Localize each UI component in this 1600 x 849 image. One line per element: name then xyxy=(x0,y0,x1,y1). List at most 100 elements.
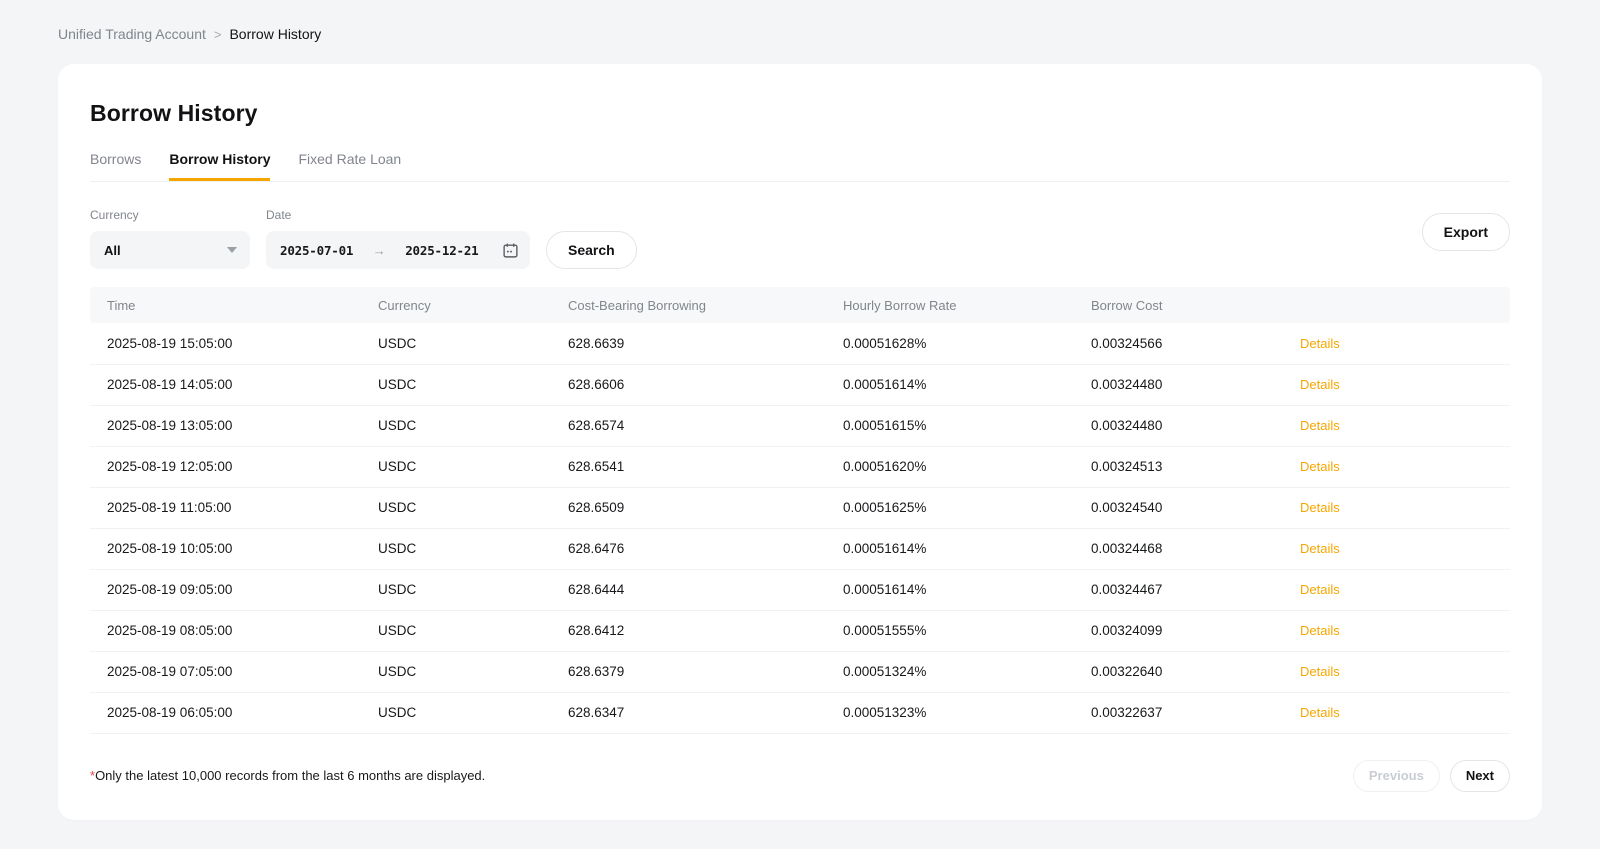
cell-cost-bearing-borrowing: 628.6412 xyxy=(568,610,843,651)
cell-cost-bearing-borrowing: 628.6509 xyxy=(568,487,843,528)
breadcrumb-parent-link[interactable]: Unified Trading Account xyxy=(58,26,206,42)
cell-actions: Details xyxy=(1300,610,1510,651)
cell-currency: USDC xyxy=(378,487,568,528)
date-range-picker[interactable]: 2025-07-01 → 2025-12-21 xyxy=(266,231,530,269)
cell-time: 2025-08-19 08:05:00 xyxy=(90,610,378,651)
cell-borrow-cost: 0.00324566 xyxy=(1091,323,1300,364)
cell-actions: Details xyxy=(1300,651,1510,692)
date-label: Date xyxy=(266,208,530,222)
details-link[interactable]: Details xyxy=(1300,500,1340,515)
cell-actions: Details xyxy=(1300,487,1510,528)
note-text: Only the latest 10,000 records from the … xyxy=(95,768,485,783)
breadcrumb: Unified Trading Account > Borrow History xyxy=(0,0,1600,56)
cell-borrow-cost: 0.00322637 xyxy=(1091,692,1300,733)
details-link[interactable]: Details xyxy=(1300,664,1340,679)
cell-actions: Details xyxy=(1300,569,1510,610)
cell-cost-bearing-borrowing: 628.6639 xyxy=(568,323,843,364)
cell-cost-bearing-borrowing: 628.6444 xyxy=(568,569,843,610)
table-row: 2025-08-19 14:05:00 USDC 628.6606 0.0005… xyxy=(90,364,1510,405)
records-note: *Only the latest 10,000 records from the… xyxy=(90,768,485,783)
cell-actions: Details xyxy=(1300,364,1510,405)
cell-currency: USDC xyxy=(378,610,568,651)
cell-cost-bearing-borrowing: 628.6541 xyxy=(568,446,843,487)
currency-filter-group: Currency All xyxy=(90,208,250,269)
details-link[interactable]: Details xyxy=(1300,377,1340,392)
table-row: 2025-08-19 08:05:00 USDC 628.6412 0.0005… xyxy=(90,610,1510,651)
cell-hourly-borrow-rate: 0.00051323% xyxy=(843,692,1091,733)
export-button[interactable]: Export xyxy=(1422,213,1510,251)
cell-borrow-cost: 0.00324480 xyxy=(1091,405,1300,446)
table-header-row: Time Currency Cost-Bearing Borrowing Hou… xyxy=(90,287,1510,323)
column-header-time: Time xyxy=(90,287,378,323)
breadcrumb-separator-icon: > xyxy=(214,27,222,42)
cell-currency: USDC xyxy=(378,569,568,610)
cell-cost-bearing-borrowing: 628.6574 xyxy=(568,405,843,446)
table-row: 2025-08-19 09:05:00 USDC 628.6444 0.0005… xyxy=(90,569,1510,610)
cell-time: 2025-08-19 11:05:00 xyxy=(90,487,378,528)
tab-fixed-rate-loan[interactable]: Fixed Rate Loan xyxy=(298,151,401,181)
cell-hourly-borrow-rate: 0.00051614% xyxy=(843,569,1091,610)
cell-cost-bearing-borrowing: 628.6606 xyxy=(568,364,843,405)
details-link[interactable]: Details xyxy=(1300,582,1340,597)
pagination: Previous Next xyxy=(1353,760,1510,792)
tab-bar: Borrows Borrow History Fixed Rate Loan xyxy=(90,151,1510,182)
details-link[interactable]: Details xyxy=(1300,541,1340,556)
cell-time: 2025-08-19 06:05:00 xyxy=(90,692,378,733)
cell-actions: Details xyxy=(1300,528,1510,569)
calendar-icon xyxy=(502,242,519,259)
date-end-value: 2025-12-21 xyxy=(405,243,478,258)
tab-borrows[interactable]: Borrows xyxy=(90,151,141,181)
cell-hourly-borrow-rate: 0.00051614% xyxy=(843,364,1091,405)
cell-cost-bearing-borrowing: 628.6347 xyxy=(568,692,843,733)
cell-currency: USDC xyxy=(378,323,568,364)
cell-cost-bearing-borrowing: 628.6476 xyxy=(568,528,843,569)
currency-label: Currency xyxy=(90,208,250,222)
filter-bar: Currency All Date 2025-07-01 → 2025-12-2… xyxy=(90,208,1510,269)
borrow-history-table: Time Currency Cost-Bearing Borrowing Hou… xyxy=(90,287,1510,734)
date-start-value: 2025-07-01 xyxy=(280,243,353,258)
cell-borrow-cost: 0.00322640 xyxy=(1091,651,1300,692)
cell-currency: USDC xyxy=(378,364,568,405)
details-link[interactable]: Details xyxy=(1300,705,1340,720)
table-row: 2025-08-19 10:05:00 USDC 628.6476 0.0005… xyxy=(90,528,1510,569)
cell-time: 2025-08-19 10:05:00 xyxy=(90,528,378,569)
cell-currency: USDC xyxy=(378,528,568,569)
table-row: 2025-08-19 15:05:00 USDC 628.6639 0.0005… xyxy=(90,323,1510,364)
chevron-down-icon xyxy=(227,247,237,253)
currency-selected-value: All xyxy=(104,243,121,258)
currency-select[interactable]: All xyxy=(90,231,250,269)
next-button[interactable]: Next xyxy=(1450,760,1510,792)
table-row: 2025-08-19 11:05:00 USDC 628.6509 0.0005… xyxy=(90,487,1510,528)
date-filter-group: Date 2025-07-01 → 2025-12-21 xyxy=(266,208,530,269)
table-row: 2025-08-19 13:05:00 USDC 628.6574 0.0005… xyxy=(90,405,1510,446)
column-header-actions xyxy=(1300,287,1510,323)
cell-hourly-borrow-rate: 0.00051555% xyxy=(843,610,1091,651)
cell-actions: Details xyxy=(1300,692,1510,733)
details-link[interactable]: Details xyxy=(1300,459,1340,474)
cell-time: 2025-08-19 15:05:00 xyxy=(90,323,378,364)
borrow-history-card: Borrow History Borrows Borrow History Fi… xyxy=(58,64,1542,820)
column-header-currency: Currency xyxy=(378,287,568,323)
table-body: 2025-08-19 15:05:00 USDC 628.6639 0.0005… xyxy=(90,323,1510,733)
cell-time: 2025-08-19 14:05:00 xyxy=(90,364,378,405)
cell-currency: USDC xyxy=(378,446,568,487)
cell-hourly-borrow-rate: 0.00051615% xyxy=(843,405,1091,446)
details-link[interactable]: Details xyxy=(1300,418,1340,433)
cell-borrow-cost: 0.00324099 xyxy=(1091,610,1300,651)
details-link[interactable]: Details xyxy=(1300,623,1340,638)
cell-hourly-borrow-rate: 0.00051614% xyxy=(843,528,1091,569)
arrow-right-icon: → xyxy=(371,243,388,258)
column-header-cost-bearing-borrowing: Cost-Bearing Borrowing xyxy=(568,287,843,323)
cell-borrow-cost: 0.00324540 xyxy=(1091,487,1300,528)
previous-button[interactable]: Previous xyxy=(1353,760,1440,792)
cell-actions: Details xyxy=(1300,405,1510,446)
cell-currency: USDC xyxy=(378,692,568,733)
search-button[interactable]: Search xyxy=(546,231,637,269)
table-row: 2025-08-19 06:05:00 USDC 628.6347 0.0005… xyxy=(90,692,1510,733)
details-link[interactable]: Details xyxy=(1300,336,1340,351)
cell-hourly-borrow-rate: 0.00051620% xyxy=(843,446,1091,487)
tab-borrow-history[interactable]: Borrow History xyxy=(169,151,270,181)
table-row: 2025-08-19 07:05:00 USDC 628.6379 0.0005… xyxy=(90,651,1510,692)
cell-time: 2025-08-19 07:05:00 xyxy=(90,651,378,692)
breadcrumb-current: Borrow History xyxy=(229,26,321,42)
